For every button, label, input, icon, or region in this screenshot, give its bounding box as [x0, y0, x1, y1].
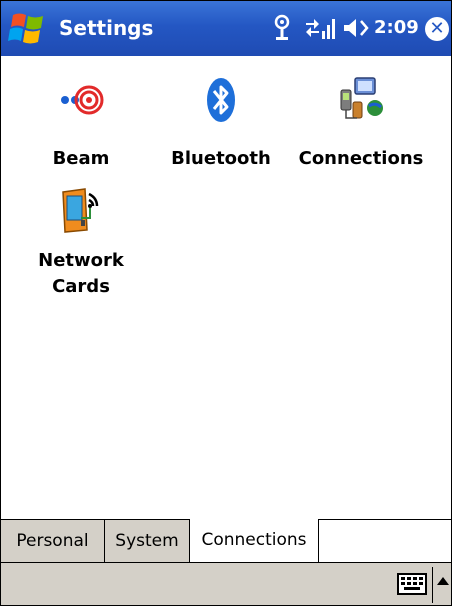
start-menu-windows-icon[interactable] — [7, 11, 49, 47]
tab-connections[interactable]: Connections — [189, 519, 319, 563]
sip-divider — [432, 567, 433, 603]
connections-label: Connections — [298, 148, 424, 169]
beam-item[interactable]: Beam — [11, 76, 151, 172]
clock[interactable]: 2:09 — [374, 11, 419, 45]
network-cards-item[interactable]: Network Cards — [11, 186, 151, 300]
network-cards-label: Network Cards — [11, 248, 151, 300]
antenna-icon[interactable] — [271, 11, 293, 45]
close-button[interactable]: ✕ — [425, 17, 449, 41]
close-icon: ✕ — [429, 18, 445, 39]
tab-bar: Personal System Connections — [1, 519, 451, 563]
beam-icon — [61, 85, 104, 115]
bluetooth-label: Bluetooth — [171, 148, 271, 169]
tab-system[interactable]: System — [105, 520, 190, 563]
menu-bar — [1, 562, 451, 605]
volume-icon[interactable] — [341, 11, 371, 45]
network-cards-icon — [62, 188, 99, 233]
tab-personal[interactable]: Personal — [1, 520, 105, 563]
settings-content: Beam Bluetooth Connections Network Cards — [1, 56, 451, 556]
bluetooth-icon — [207, 78, 235, 122]
connections-item[interactable]: Connections — [291, 76, 431, 172]
connections-icon — [340, 77, 383, 119]
screen: Settings 2:09 ✕ Beam Bluetooth Connectio… — [0, 0, 452, 606]
title-bar: Settings 2:09 ✕ — [1, 1, 451, 56]
network-cards-label-line1: Network — [38, 250, 124, 271]
beam-label: Beam — [52, 148, 110, 169]
sip-arrow-up-icon[interactable] — [437, 577, 449, 585]
network-cards-label-line2: Cards — [52, 276, 110, 297]
window-title: Settings — [59, 16, 154, 40]
bluetooth-item[interactable]: Bluetooth — [151, 76, 291, 172]
data-connection-icon[interactable] — [304, 11, 336, 45]
keyboard-icon[interactable] — [397, 573, 427, 595]
